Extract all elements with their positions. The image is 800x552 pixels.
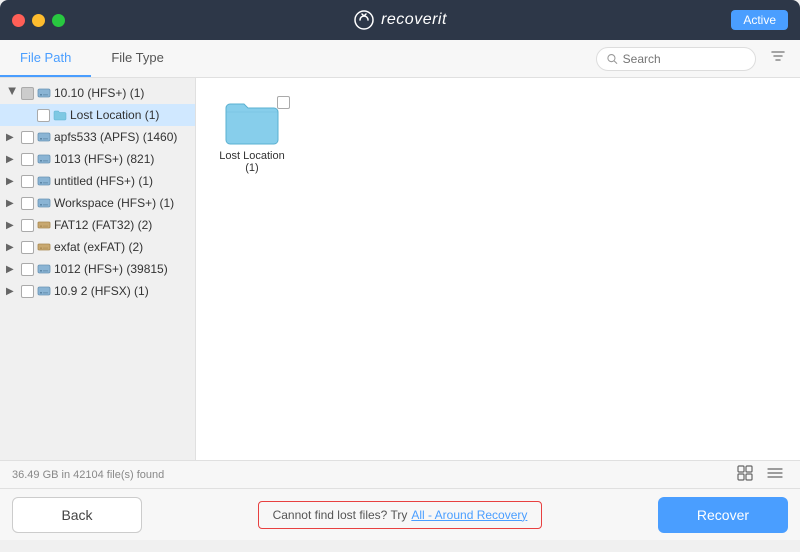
folder-checkbox[interactable] (277, 96, 290, 109)
view-controls (732, 463, 788, 486)
tab-file-type[interactable]: File Type (91, 40, 184, 77)
tab-bar: File Path File Type (0, 40, 800, 78)
expand-arrow: ▶ (6, 220, 18, 231)
sidebar-item-label: 10.9 2 (HFSX) (1) (54, 284, 149, 298)
drive-icon (37, 218, 51, 232)
sidebar-item-apfs533[interactable]: ▶ apfs533 (APFS) (1460) (0, 126, 195, 148)
expand-arrow: ▶ (6, 154, 18, 165)
sidebar-item-untitled[interactable]: ▶ untitled (HFS+) (1) (0, 170, 195, 192)
maximize-button[interactable] (52, 14, 65, 27)
sidebar-item-label: FAT12 (FAT32) (2) (54, 218, 152, 232)
sidebar-item-label: 10.10 (HFS+) (1) (54, 86, 144, 100)
back-button[interactable]: Back (12, 497, 142, 533)
expand-arrow: ▶ (6, 242, 18, 253)
checkbox[interactable] (37, 109, 50, 122)
search-box[interactable] (596, 47, 756, 71)
sidebar-item-fat12[interactable]: ▶ FAT12 (FAT32) (2) (0, 214, 195, 236)
drive-icon (37, 130, 51, 144)
folder-icon-small (53, 109, 67, 121)
expand-arrow: ▶ (6, 264, 18, 275)
drive-icon (37, 174, 51, 188)
expand-arrow: ▶ (6, 198, 18, 209)
sidebar-item-label: apfs533 (APFS) (1460) (54, 130, 177, 144)
checkbox[interactable] (21, 153, 34, 166)
checkbox[interactable] (21, 131, 34, 144)
expand-arrow: ▶ (7, 87, 18, 99)
sidebar-item-1012[interactable]: ▶ 1012 (HFS+) (39815) (0, 258, 195, 280)
close-button[interactable] (12, 14, 25, 27)
sidebar-item-label: 1013 (HFS+) (821) (54, 152, 154, 166)
checkbox[interactable] (21, 197, 34, 210)
filter-icon (770, 48, 786, 64)
checkbox[interactable] (21, 263, 34, 276)
logo-area: recoverit (353, 9, 447, 31)
bottom-bar: Back Cannot find lost files? Try All - A… (0, 488, 800, 540)
search-input[interactable] (623, 52, 745, 66)
checkbox[interactable] (21, 175, 34, 188)
sidebar-item-workspace[interactable]: ▶ Workspace (HFS+) (1) (0, 192, 195, 214)
sidebar-item-label: untitled (HFS+) (1) (54, 174, 153, 188)
tab-file-type-label: File Type (111, 50, 164, 65)
drive-icon (37, 196, 51, 210)
checkbox[interactable] (21, 241, 34, 254)
checkbox[interactable] (21, 87, 34, 100)
recover-button[interactable]: Recover (658, 497, 788, 533)
checkbox[interactable] (21, 219, 34, 232)
folder-item-lost-location[interactable]: Lost Location (1) (212, 94, 292, 178)
lost-files-message: Cannot find lost files? Try All - Around… (258, 501, 543, 529)
traffic-lights (12, 14, 65, 27)
app-name: recoverit (381, 11, 447, 29)
main-content: ▶ 10.10 (HFS+) (1) ▶ Lost Location (1) ▶ (0, 78, 800, 460)
drive-icon (37, 284, 51, 298)
tab-file-path-label: File Path (20, 50, 71, 65)
sidebar-item-label: Workspace (HFS+) (1) (54, 196, 174, 210)
minimize-button[interactable] (32, 14, 45, 27)
sidebar-item-lost-location[interactable]: ▶ Lost Location (1) (0, 104, 195, 126)
sidebar-item-label: Lost Location (1) (70, 108, 159, 122)
drive-icon (37, 240, 51, 254)
status-text: 36.49 GB in 42104 file(s) found (12, 469, 164, 481)
filter-button[interactable] (764, 46, 792, 71)
sidebar: ▶ 10.10 (HFS+) (1) ▶ Lost Location (1) ▶ (0, 78, 196, 460)
search-area (596, 40, 800, 77)
search-icon (607, 53, 618, 65)
sidebar-item-10-10[interactable]: ▶ 10.10 (HFS+) (1) (0, 82, 195, 104)
checkbox[interactable] (21, 285, 34, 298)
file-area: Lost Location (1) (196, 78, 800, 460)
sidebar-item-exfat[interactable]: ▶ exfat (exFAT) (2) (0, 236, 195, 258)
sidebar-item-label: exfat (exFAT) (2) (54, 240, 143, 254)
drive-icon (37, 152, 51, 166)
expand-arrow: ▶ (6, 286, 18, 297)
expand-arrow: ▶ (6, 132, 18, 143)
active-badge: Active (731, 10, 788, 30)
drive-icon (37, 262, 51, 276)
all-around-recovery-link[interactable]: All - Around Recovery (411, 508, 527, 522)
lost-files-text: Cannot find lost files? Try (273, 508, 408, 522)
list-view-button[interactable] (762, 463, 788, 486)
list-icon (767, 465, 783, 481)
grid-view-button[interactable] (732, 463, 758, 486)
title-bar: recoverit Active (0, 0, 800, 40)
folder-icon (224, 98, 280, 146)
expand-arrow: ▶ (6, 176, 18, 187)
sidebar-item-label: 1012 (HFS+) (39815) (54, 262, 168, 276)
status-bar: 36.49 GB in 42104 file(s) found (0, 460, 800, 488)
tab-file-path[interactable]: File Path (0, 40, 91, 77)
sidebar-item-1013[interactable]: ▶ 1013 (HFS+) (821) (0, 148, 195, 170)
grid-icon (737, 465, 753, 481)
folder-name: Lost Location (1) (216, 150, 288, 174)
drive-icon (37, 86, 51, 100)
logo-icon (353, 9, 375, 31)
sidebar-item-10-9-2[interactable]: ▶ 10.9 2 (HFSX) (1) (0, 280, 195, 302)
